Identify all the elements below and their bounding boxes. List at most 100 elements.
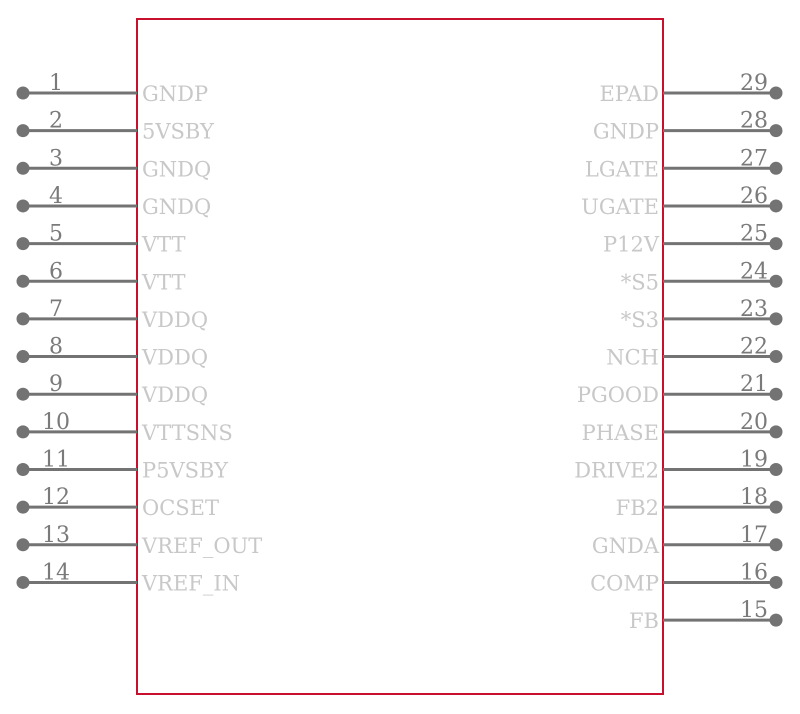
pin-number: 10 (42, 410, 70, 435)
pin-name: *S3 (621, 308, 659, 332)
pin-number: 23 (740, 297, 768, 322)
pin-endpoint-dot (769, 425, 783, 439)
pin-3: 3 GNDQ (16, 146, 211, 181)
pin-name: P5VSBY (142, 459, 229, 483)
pin-name: GNDP (593, 120, 659, 144)
pin-endpoint-dot (769, 387, 783, 401)
pin-number: 16 (740, 560, 768, 585)
pin-endpoint-dot (16, 312, 30, 326)
pin-25: 25 P12V (603, 222, 783, 257)
pin-23: 23 *S3 (621, 297, 783, 332)
pin-endpoint-dot (16, 500, 30, 514)
left-pins: 1 GNDP2 5VSBY3 GNDQ4 GNDQ5 VTT6 VTT7 VDDQ8 VDDQ9… (16, 71, 262, 595)
pin-name: VDDQ (141, 346, 208, 370)
pin-name: GNDA (592, 534, 660, 558)
pin-name: NCH (606, 346, 659, 370)
pin-endpoint-dot (769, 274, 783, 288)
pin-endpoint-dot (769, 463, 783, 476)
pin-name: GNDQ (142, 157, 211, 181)
pin-9: 9 VDDQ (16, 372, 208, 407)
pin-18: 18 FB2 (616, 485, 783, 520)
pin-17: 17 GNDA (592, 523, 783, 558)
pin-endpoint-dot (769, 613, 783, 627)
pin-number: 17 (740, 523, 768, 548)
pin-name: 5VSBY (142, 120, 215, 144)
pin-2: 2 5VSBY (16, 109, 215, 144)
pin-endpoint-dot (16, 575, 30, 589)
pin-number: 24 (740, 259, 768, 284)
pin-16: 16 COMP (590, 560, 783, 595)
pin-5: 5 VTT (16, 222, 186, 257)
pin-endpoint-dot (16, 237, 30, 251)
pin-number: 5 (49, 222, 63, 247)
pin-name: DRIVE2 (574, 459, 659, 483)
pin-24: 24 *S5 (621, 259, 783, 294)
pin-name: FB2 (616, 496, 659, 520)
pin-name: VDDQ (141, 308, 208, 332)
pin-19: 19 DRIVE2 (574, 448, 783, 483)
pin-name: VREF_IN (141, 571, 240, 595)
pin-name: FB (629, 609, 659, 633)
pin-endpoint-dot (16, 538, 30, 552)
pin-endpoint-dot (769, 124, 783, 138)
pin-11: 11 P5VSBY (16, 448, 229, 483)
pin-name: LGATE (585, 157, 659, 181)
pin-name: COMP (590, 571, 659, 595)
pin-endpoint-dot (16, 161, 30, 175)
pin-endpoint-dot (16, 199, 30, 213)
pin-name: GNDQ (142, 195, 211, 219)
pin-1: 1 GNDP (16, 71, 208, 106)
pin-4: 4 GNDQ (16, 184, 211, 219)
pin-26: 26 UGATE (581, 184, 783, 219)
pin-number: 28 (740, 109, 768, 134)
pin-number: 22 (740, 335, 768, 360)
pin-name: VDDQ (141, 383, 208, 407)
pin-name: P12V (603, 233, 660, 257)
pin-endpoint-dot (16, 350, 30, 364)
pin-12: 12 OCSET (16, 485, 219, 520)
pin-endpoint-dot (769, 575, 783, 589)
pin-endpoint-dot (769, 199, 783, 213)
pin-20: 20 PHASE (582, 410, 783, 445)
pin-number: 12 (42, 485, 70, 510)
pin-endpoint-dot (769, 500, 783, 514)
schematic-symbol: 1 GNDP2 5VSBY3 GNDQ4 GNDQ5 VTT6 VTT7 VDDQ8 VDDQ9… (16, 18, 783, 695)
pin-number: 29 (740, 71, 768, 96)
pin-endpoint-dot (769, 312, 783, 326)
pin-name: PHASE (582, 421, 659, 445)
pin-endpoint-dot (16, 124, 30, 138)
pin-endpoint-dot (16, 387, 30, 401)
pin-7: 7 VDDQ (16, 297, 208, 332)
pin-8: 8 VDDQ (16, 335, 208, 370)
pin-6: 6 VTT (16, 259, 186, 294)
pin-28: 28 GNDP (593, 109, 783, 144)
pin-number: 20 (740, 410, 768, 435)
pin-name: GNDP (142, 82, 208, 106)
pin-27: 27 LGATE (585, 146, 783, 181)
pin-name: VTTSNS (141, 421, 233, 445)
pin-number: 6 (49, 259, 63, 284)
pin-22: 22 NCH (606, 335, 783, 370)
pin-name: UGATE (581, 195, 659, 219)
pin-number: 2 (49, 109, 63, 134)
pin-name: *S5 (621, 270, 659, 294)
pin-endpoint-dot (769, 237, 783, 251)
pin-10: 10 VTTSNS (16, 410, 233, 445)
pin-number: 21 (740, 372, 768, 397)
pin-name: OCSET (142, 496, 219, 520)
pin-name: VREF_OUT (141, 534, 262, 558)
pin-number: 8 (49, 335, 63, 360)
pin-number: 27 (740, 146, 768, 171)
pin-15: 15 FB (629, 598, 783, 633)
pin-endpoint-dot (16, 86, 30, 100)
pin-number: 25 (740, 222, 768, 247)
pin-endpoint-dot (769, 86, 783, 100)
pin-number: 9 (49, 372, 63, 397)
pin-name: VTT (141, 233, 186, 257)
pin-endpoint-dot (769, 161, 783, 175)
pin-number: 1 (49, 71, 63, 96)
pin-endpoint-dot (769, 350, 783, 364)
pin-number: 4 (49, 184, 63, 209)
pin-number: 18 (740, 485, 768, 510)
pin-endpoint-dot (16, 425, 30, 439)
